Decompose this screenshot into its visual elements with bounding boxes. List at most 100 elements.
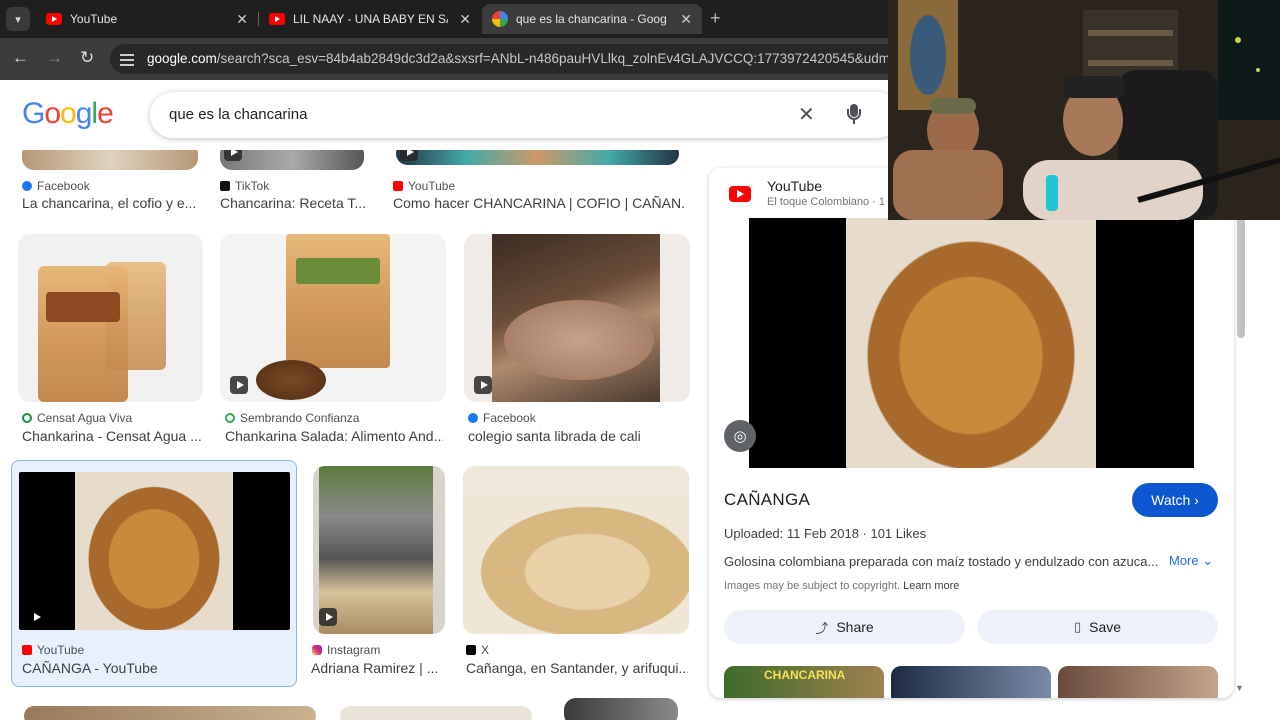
forward-arrow-icon[interactable]: → [46,48,63,68]
tab-search-button[interactable]: ▾ [6,7,30,31]
preview-image[interactable] [749,218,1194,468]
back-arrow-icon[interactable]: ← [12,48,29,68]
related-image[interactable] [1058,666,1218,698]
result-image[interactable] [564,698,678,720]
censat-icon [22,413,32,423]
search-box[interactable]: que es la chancarina ✕ [150,92,900,138]
clear-search-icon[interactable]: ✕ [798,102,815,127]
panel-title[interactable]: CAÑANGA [724,490,810,510]
site-settings-icon[interactable] [120,52,134,66]
new-tab-button[interactable]: + [710,8,721,29]
tab-close-icon[interactable]: ✕ [236,11,248,28]
result-source[interactable]: TikTok [220,179,269,193]
panel-channel: El toque Colombiano · 1 [767,196,886,208]
result-source[interactable]: Facebook [468,411,536,425]
logo-letter: e [97,97,114,130]
result-source[interactable]: Instagram [312,643,380,657]
logo-letter: g [75,97,93,130]
tiktok-icon [220,181,230,191]
related-image[interactable]: CHANCARINA [724,666,884,698]
google-header: Google que es la chancarina ✕ [0,80,900,150]
tab-title: LIL NAAY - UNA BABY EN SANTANDER [293,12,448,26]
save-button[interactable]: ▯ Save [977,610,1218,644]
result-title[interactable]: Cañanga, en Santander, y arifuqui... [466,660,688,676]
result-image[interactable] [220,150,364,170]
instagram-icon [312,645,322,655]
logo-letter: o [60,97,77,130]
tab-close-icon[interactable]: ✕ [680,11,692,28]
webcam-overlay [888,0,1280,220]
play-icon [27,608,45,626]
scrollbar-thumb[interactable] [1237,218,1245,338]
result-title[interactable]: CAÑANGA - YouTube [22,660,282,676]
result-source[interactable]: YouTube [22,643,84,657]
play-icon [474,376,492,394]
result-source[interactable]: Censat Agua Viva [22,411,132,425]
preview-photo [846,218,1096,468]
result-image[interactable] [464,234,690,402]
youtube-icon [729,186,751,202]
reload-icon[interactable]: ↻ [80,48,94,68]
related-image-caption: CHANCARINA [764,668,846,682]
result-image[interactable] [18,234,203,402]
copyright-notice: Images may be subject to copyright. Lear… [724,580,960,592]
youtube-icon [46,13,62,25]
url-text: google.com/search?sca_esv=84b4ab2849dc3d… [147,51,933,66]
result-title[interactable]: Chankarina - Censat Agua ... [22,428,202,444]
facebook-icon [22,181,32,191]
result-image[interactable] [340,706,532,720]
result-source[interactable]: YouTube [393,179,455,193]
microphone-icon[interactable] [847,104,861,126]
watch-button[interactable]: Watch › [1132,483,1218,517]
youtube-icon [393,181,403,191]
result-title[interactable]: Chankarina Salada: Alimento And... [225,428,443,444]
result-image[interactable] [19,472,290,630]
facebook-icon [468,413,478,423]
tab-title: YouTube [70,12,118,26]
result-image[interactable] [24,706,316,720]
sembrando-icon [225,413,235,423]
edit-icon [230,376,248,394]
play-icon [224,150,242,161]
result-source[interactable]: X [466,643,489,657]
play-icon [400,150,418,161]
logo-letter: G [22,97,45,130]
tab-youtube[interactable]: YouTube ✕ [36,4,258,34]
learn-more-link[interactable]: Learn more [903,580,959,592]
related-image[interactable] [891,666,1051,698]
google-icon [492,11,508,27]
result-title[interactable]: Chancarina: Receta T... [220,195,368,211]
google-logo[interactable]: Google [22,97,114,131]
lens-search-icon[interactable]: ◎ [724,420,756,452]
tab-google-search[interactable]: que es la chancarina - Google Search ✕ [482,4,702,34]
more-button[interactable]: More ⌄ [1169,553,1213,569]
tab-close-icon[interactable]: ✕ [459,11,471,28]
youtube-icon [22,645,32,655]
result-title[interactable]: colegio santa librada de cali [468,428,688,444]
x-icon [466,645,476,655]
share-icon: ⤴ [815,620,829,636]
screen: ▾ YouTube ✕ LIL NAAY - UNA BABY EN SANTA… [0,0,1280,720]
result-title[interactable]: La chancarina, el cofio y e... [22,195,197,211]
result-image[interactable] [396,150,679,165]
result-source[interactable]: Facebook [22,179,90,193]
panel-metadata: Uploaded: 11 Feb 2018 · 101 Likes [724,526,927,541]
logo-letter: o [44,97,61,130]
panel-scrollbar[interactable] [1237,218,1245,698]
panel-source[interactable]: YouTube [767,178,822,194]
scroll-down-arrow-icon[interactable]: ▼ [1235,683,1244,693]
panel-description: Golosina colombiana preparada con maíz t… [724,554,1159,569]
result-title[interactable]: Adriana Ramirez | ... [311,660,446,676]
result-image[interactable] [22,150,198,170]
tab-title: que es la chancarina - Google Search [516,12,666,26]
play-icon [319,608,337,626]
result-title[interactable]: Como hacer CHANCARINA | COFIO | CAÑAN... [393,195,685,211]
share-button[interactable]: ⤴ Share [724,610,965,644]
result-image[interactable] [220,234,446,402]
result-image[interactable] [463,466,689,634]
search-input[interactable]: que es la chancarina [169,106,307,123]
image-preview-panel: YouTube El toque Colombiano · 1 ◎ CAÑANG… [709,168,1234,698]
result-source[interactable]: Sembrando Confianza [225,411,359,425]
result-image[interactable] [313,466,445,634]
tab-lil-naay[interactable]: LIL NAAY - UNA BABY EN SANTANDER ✕ [259,4,481,34]
